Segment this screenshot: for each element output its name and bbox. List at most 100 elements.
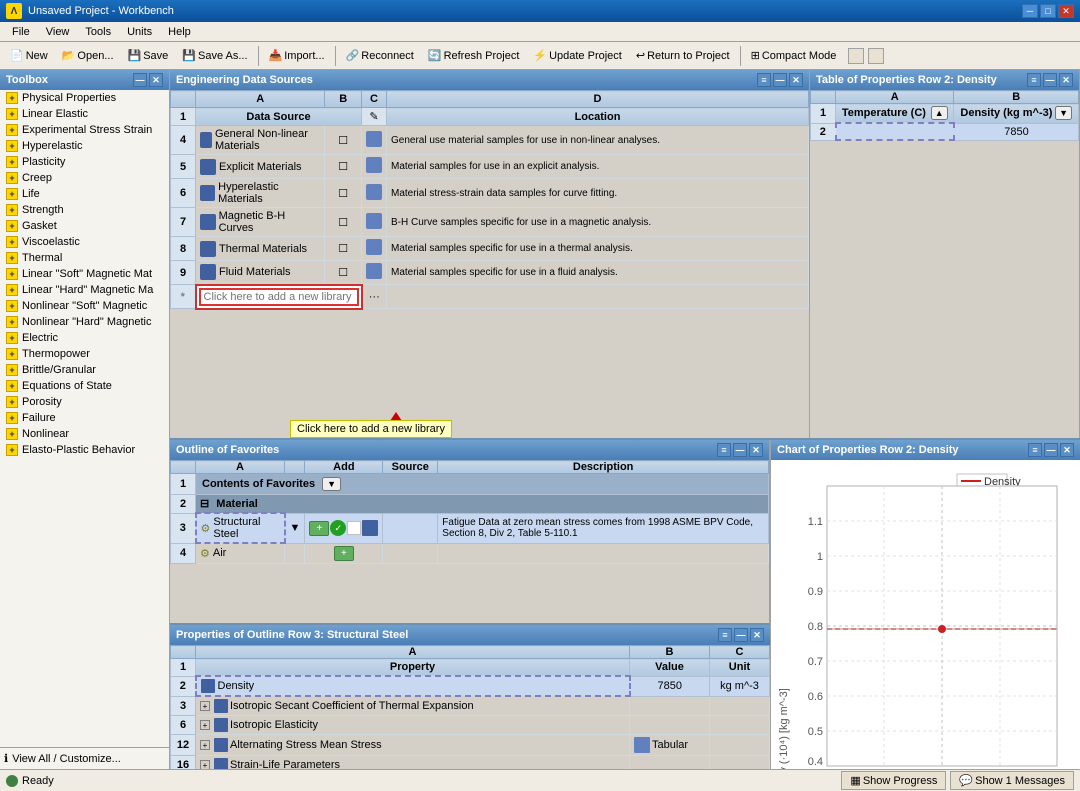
- toolbar-toggle-1[interactable]: [848, 48, 864, 64]
- table-props-grid[interactable]: A B 1 Temperature (C) ▲ Density (: [810, 90, 1079, 438]
- toolbox-view-all[interactable]: ℹ View All / Customize...: [0, 747, 169, 769]
- menu-tools[interactable]: Tools: [77, 24, 119, 40]
- chart-close-button[interactable]: ✕: [1060, 443, 1074, 457]
- outline-fav-pin-button[interactable]: —: [733, 443, 747, 457]
- table-row[interactable]: 2 Density 7850 kg m^-3: [171, 676, 770, 696]
- outline-fav-menu-button[interactable]: ≡: [717, 443, 731, 457]
- add-library-input[interactable]: [199, 288, 359, 306]
- toolbox-item-thermal[interactable]: + Thermal: [0, 250, 169, 266]
- toolbox-item-physical[interactable]: + Physical Properties: [0, 90, 169, 106]
- eng-data-close-button[interactable]: ✕: [789, 73, 803, 87]
- add-air-button[interactable]: +: [334, 546, 354, 561]
- table-row[interactable]: 4 General Non-linear Materials ☐ General…: [171, 126, 809, 155]
- table-row[interactable]: 2 7850: [811, 123, 1079, 140]
- table-row[interactable]: 3 + Isotropic Secant Coefficient of Ther…: [171, 696, 770, 716]
- table-row[interactable]: 1 Contents of Favorites ▼: [171, 474, 769, 495]
- toolbox-item-electric[interactable]: + Electric: [0, 330, 169, 346]
- compact-mode-button[interactable]: ⊞ Compact Mode: [745, 45, 843, 67]
- expand-icon[interactable]: +: [200, 701, 210, 711]
- save-as-button[interactable]: 💾 Save As...: [176, 45, 253, 67]
- toolbox-item-elasto[interactable]: + Elasto-Plastic Behavior: [0, 442, 169, 458]
- import-icon: 📥: [269, 49, 283, 62]
- toolbox-item-experimental[interactable]: + Experimental Stress Strain: [0, 122, 169, 138]
- menu-view[interactable]: View: [38, 24, 78, 40]
- table-row[interactable]: 16 + Strain-Life Parameters: [171, 756, 770, 770]
- tp-sort-button[interactable]: ▲: [931, 106, 948, 120]
- toolbox-pin-button[interactable]: —: [133, 73, 147, 87]
- toolbox-item-brittle[interactable]: + Brittle/Granular: [0, 362, 169, 378]
- props-pin-button[interactable]: —: [734, 628, 748, 642]
- props-grid[interactable]: A B C 1 Property Value Unit: [170, 645, 770, 769]
- toolbox-close-button[interactable]: ✕: [149, 73, 163, 87]
- chart-pin-button[interactable]: —: [1044, 443, 1058, 457]
- table-row[interactable]: 6 Hyperelastic Materials ☐ Material stre…: [171, 179, 809, 208]
- prop-icon: [214, 738, 228, 752]
- eng-data-menu-button[interactable]: ≡: [757, 73, 771, 87]
- add-library-row[interactable]: * ···: [171, 285, 809, 309]
- toolbox-item-plasticity[interactable]: + Plasticity: [0, 154, 169, 170]
- table-row[interactable]: 3 ⚙ Structural Steel ▼: [171, 513, 769, 543]
- open-button[interactable]: 📂 Open...: [56, 45, 120, 67]
- table-row[interactable]: 4 ⚙ Air +: [171, 543, 769, 563]
- return-button[interactable]: ↩ Return to Project: [630, 45, 736, 67]
- table-row[interactable]: 12 + Alternating Stress Mean Stress: [171, 735, 770, 756]
- source-checkbox[interactable]: [347, 521, 361, 535]
- outline-fav-close-button[interactable]: ✕: [749, 443, 763, 457]
- expand-icon[interactable]: +: [200, 720, 210, 730]
- expand-icon: +: [6, 172, 18, 184]
- toolbox-item-nonlinear-soft-mag[interactable]: + Nonlinear "Soft" Magnetic: [0, 298, 169, 314]
- table-props-menu-button[interactable]: ≡: [1027, 73, 1041, 87]
- update-button[interactable]: ⚡ Update Project: [527, 45, 627, 67]
- toolbox-item-equations[interactable]: + Equations of State: [0, 378, 169, 394]
- add-library-tooltip: Click here to add a new library: [290, 420, 452, 438]
- menu-units[interactable]: Units: [119, 24, 160, 40]
- toolbox-item-strength[interactable]: + Strength: [0, 202, 169, 218]
- table-row[interactable]: 2 ⊟ Material: [171, 495, 769, 514]
- menu-help[interactable]: Help: [160, 24, 199, 40]
- toolbox-item-nonlinear[interactable]: + Nonlinear: [0, 426, 169, 442]
- table-row[interactable]: 9 Fluid Materials ☐ Material samples spe…: [171, 261, 809, 285]
- outline-fav-grid[interactable]: A Add Source Description 1: [170, 460, 769, 623]
- eng-data-pin-button[interactable]: —: [773, 73, 787, 87]
- show-messages-button[interactable]: 💬 Show 1 Messages: [950, 771, 1074, 790]
- table-row[interactable]: 5 Explicit Materials ☐ Material samples …: [171, 155, 809, 179]
- toolbox-item-viscoelastic[interactable]: + Viscoelastic: [0, 234, 169, 250]
- minimize-button[interactable]: ─: [1022, 4, 1038, 18]
- chart-menu-button[interactable]: ≡: [1028, 443, 1042, 457]
- refresh-button[interactable]: 🔄 Refresh Project: [422, 45, 526, 67]
- eng-data-grid[interactable]: A B C D 1 Data Source ✎ Location: [170, 90, 809, 438]
- toolbar-toggle-2[interactable]: [868, 48, 884, 64]
- save-button[interactable]: 💾 Save: [122, 45, 175, 67]
- toolbox-item-nonlinear-hard-mag[interactable]: + Nonlinear "Hard" Magnetic: [0, 314, 169, 330]
- expand-icon[interactable]: +: [200, 740, 210, 750]
- menu-file[interactable]: File: [4, 24, 38, 40]
- expand-icon[interactable]: +: [200, 760, 210, 769]
- toolbox-item-life[interactable]: + Life: [0, 186, 169, 202]
- table-row[interactable]: 6 + Isotropic Elasticity: [171, 716, 770, 735]
- reconnect-button[interactable]: 🔗 Reconnect: [340, 45, 420, 67]
- table-row[interactable]: 8 Thermal Materials ☐ Material samples s…: [171, 237, 809, 261]
- toolbox-item-hyperelastic[interactable]: + Hyperelastic: [0, 138, 169, 154]
- table-props-pin-button[interactable]: —: [1043, 73, 1057, 87]
- toolbox-item-thermopower[interactable]: + Thermopower: [0, 346, 169, 362]
- table-props-close-button[interactable]: ✕: [1059, 73, 1073, 87]
- toolbox-item-linear-soft-mag[interactable]: + Linear "Soft" Magnetic Mat: [0, 266, 169, 282]
- expand-icon: +: [6, 380, 18, 392]
- tp-density-sort-button[interactable]: ▼: [1055, 106, 1072, 120]
- favorites-filter-button[interactable]: ▼: [322, 477, 341, 491]
- show-progress-button[interactable]: ▦ Show Progress: [841, 771, 946, 790]
- props-menu-button[interactable]: ≡: [718, 628, 732, 642]
- toolbox-item-failure[interactable]: + Failure: [0, 410, 169, 426]
- toolbox-item-porosity[interactable]: + Porosity: [0, 394, 169, 410]
- table-row[interactable]: 7 Magnetic B-H Curves ☐ B-H Curve sample…: [171, 208, 809, 237]
- maximize-button[interactable]: □: [1040, 4, 1056, 18]
- close-button[interactable]: ✕: [1058, 4, 1074, 18]
- add-material-button[interactable]: +: [309, 521, 329, 536]
- toolbox-item-creep[interactable]: + Creep: [0, 170, 169, 186]
- import-button[interactable]: 📥 Import...: [263, 45, 331, 67]
- toolbox-item-linear-hard-mag[interactable]: + Linear "Hard" Magnetic Ma: [0, 282, 169, 298]
- toolbox-item-gasket[interactable]: + Gasket: [0, 218, 169, 234]
- new-button[interactable]: 📄 New: [4, 45, 54, 67]
- props-close-button[interactable]: ✕: [750, 628, 764, 642]
- toolbox-item-linear-elastic[interactable]: + Linear Elastic: [0, 106, 169, 122]
